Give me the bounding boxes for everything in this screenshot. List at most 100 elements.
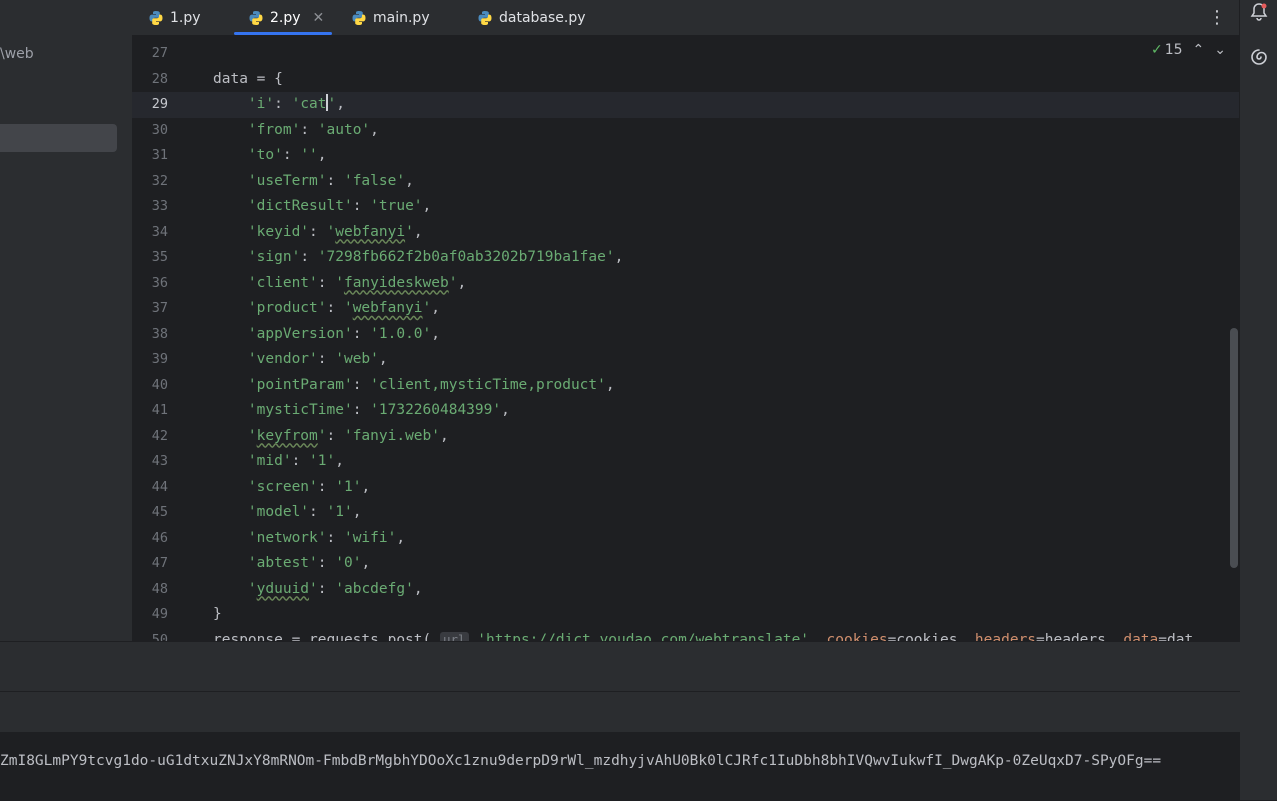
python-file-icon xyxy=(249,10,263,25)
line-number: 35 xyxy=(151,249,168,265)
chevron-down-icon[interactable]: ⌄ xyxy=(1214,42,1226,58)
code-line: 47 'abtest': '0', xyxy=(132,551,1240,577)
typo-warning: keyfrom xyxy=(256,427,318,444)
console-output-line: ZmI8GLmPY9tcvg1do-uG1dtxuZNJxY8mRNOm-Fmb… xyxy=(0,753,1162,769)
code-text: 'keyfrom': 'fanyi.web', xyxy=(247,427,449,444)
code-line: 41 'mysticTime': '1732260484399', xyxy=(132,398,1240,424)
code-line: 33 'dictResult': 'true', xyxy=(132,194,1240,220)
dict-value: 'fanyideskweb' xyxy=(335,274,458,291)
line-number: 43 xyxy=(151,453,168,469)
tab-label: database.py xyxy=(499,9,586,26)
line-number: 42 xyxy=(151,427,168,444)
vertical-scrollbar[interactable] xyxy=(1230,328,1238,568)
line-number: 41 xyxy=(151,402,168,418)
dict-value: '' xyxy=(300,147,318,163)
dict-key: 'vendor' xyxy=(247,351,318,367)
dict-value: 'false' xyxy=(343,172,406,189)
code-line: 34 'keyid': 'webfanyi', xyxy=(132,220,1240,246)
dict-value: 'wifi' xyxy=(343,529,397,546)
line-number: 44 xyxy=(151,478,168,495)
selected-tree-item[interactable] xyxy=(0,124,117,152)
dict-key: 'screen' xyxy=(247,478,318,495)
chevron-up-icon[interactable]: ⌃ xyxy=(1193,42,1205,58)
dict-key: 'keyid' xyxy=(247,223,310,240)
dict-value: 'webfanyi' xyxy=(326,223,414,240)
typo-warning: yduuid xyxy=(256,580,310,597)
keyword-arg: data xyxy=(1123,631,1159,642)
code-text: 'abtest': '0', xyxy=(247,555,371,571)
dict-key: 'useTerm' xyxy=(247,172,327,189)
tab-1-py[interactable]: 1.py xyxy=(148,0,201,35)
tab-2-py[interactable]: 2.py ✕ xyxy=(234,0,333,35)
code-text: 'dictResult': 'true', xyxy=(247,198,432,214)
dict-key: 'to' xyxy=(247,147,283,163)
keyword-arg: headers xyxy=(974,631,1037,642)
code-text: 'model': '1', xyxy=(247,504,362,520)
typo-warning: webfanyi xyxy=(335,223,406,240)
line-number: 27 xyxy=(151,45,168,61)
line-number: 50 xyxy=(151,631,168,642)
dict-value: 'auto' xyxy=(317,121,371,138)
python-file-icon xyxy=(478,10,492,25)
dict-value: 'fanyi.web' xyxy=(343,427,440,444)
dict-value: '1.0.0' xyxy=(370,325,432,342)
line-number: 46 xyxy=(151,529,168,546)
code-editor[interactable]: 27 28 data = {29 'i': 'cat', 30 'from': 'au… xyxy=(132,35,1240,641)
code-line: 31 'to': '', xyxy=(132,143,1240,169)
line-number: 38 xyxy=(151,325,168,342)
code-line: 29 'i': 'cat', xyxy=(132,92,1240,118)
typo-warning: webfanyi xyxy=(352,300,423,316)
line-number: 31 xyxy=(151,147,168,163)
dict-value: '0' xyxy=(335,555,362,571)
tool-window-header xyxy=(0,642,1240,692)
notifications-bell-icon[interactable] xyxy=(1249,2,1269,22)
code-text: 'i': 'cat', xyxy=(247,94,345,112)
tab-database-py[interactable]: database.py xyxy=(477,0,586,35)
url-string: 'https://dict.youdao.com/webtranslate' xyxy=(477,631,810,642)
code-line: 32 'useTerm': 'false', xyxy=(132,169,1240,195)
dict-key: 'yduuid' xyxy=(247,580,318,597)
dict-value: 'client,mysticTime,product' xyxy=(370,376,606,393)
right-tool-strip xyxy=(1239,0,1277,800)
dict-key: 'mid' xyxy=(247,453,292,469)
code-line: 40 'pointParam': 'client,mysticTime,prod… xyxy=(132,373,1240,399)
code-line: 28 data = { xyxy=(132,67,1240,93)
line-number: 40 xyxy=(151,376,168,393)
run-console[interactable]: ZmI8GLmPY9tcvg1do-uG1dtxuZNJxY8mRNOm-Fmb… xyxy=(0,732,1240,801)
dict-key: 'abtest' xyxy=(247,555,318,571)
close-icon[interactable]: ✕ xyxy=(313,10,325,26)
code-line: 38 'appVersion': '1.0.0', xyxy=(132,322,1240,348)
code-line: 39 'vendor': 'web', xyxy=(132,347,1240,373)
bottom-tool-window: ZmI8GLmPY9tcvg1do-uG1dtxuZNJxY8mRNOm-Fmb… xyxy=(0,641,1240,801)
more-options-icon[interactable]: ⋮ xyxy=(1208,7,1226,28)
typo-warning: fanyideskweb xyxy=(343,274,449,291)
dict-key: 'network' xyxy=(247,529,327,546)
code-line: 46 'network': 'wifi', xyxy=(132,526,1240,552)
code-text: 'product': 'webfanyi', xyxy=(247,300,441,316)
line-number: 45 xyxy=(151,504,168,520)
code-text: 'screen': '1', xyxy=(247,478,371,495)
tab-label: 1.py xyxy=(170,9,201,26)
line-number: 37 xyxy=(151,300,168,316)
ai-assistant-icon[interactable] xyxy=(1249,47,1269,67)
code-text: 'pointParam': 'client,mysticTime,product… xyxy=(247,376,615,393)
tab-label: main.py xyxy=(373,9,430,26)
dict-key: 'product' xyxy=(247,300,327,316)
inspection-widget[interactable]: ✓ 15 ⌃ ⌄ xyxy=(1151,42,1226,58)
run-toolbar xyxy=(0,692,1240,733)
line-number: 47 xyxy=(151,555,168,571)
dict-key: 'pointParam' xyxy=(247,376,353,393)
python-file-icon xyxy=(352,10,366,25)
dict-key: 'keyfrom' xyxy=(247,427,327,444)
dict-key: 'i' xyxy=(247,96,275,112)
code-line: 48 'yduuid': 'abcdefg', xyxy=(132,577,1240,603)
tab-main-py[interactable]: main.py xyxy=(351,0,430,35)
code-text: 'yduuid': 'abcdefg', xyxy=(247,580,423,597)
code-text: 'to': '', xyxy=(247,147,327,163)
project-path[interactable]: \web xyxy=(0,46,34,62)
line-number: 32 xyxy=(151,172,168,189)
line-number: 30 xyxy=(151,121,168,138)
dict-value: '1' xyxy=(309,453,336,469)
code-text: 'mysticTime': '1732260484399', xyxy=(247,402,510,418)
line-number: 48 xyxy=(151,580,168,597)
